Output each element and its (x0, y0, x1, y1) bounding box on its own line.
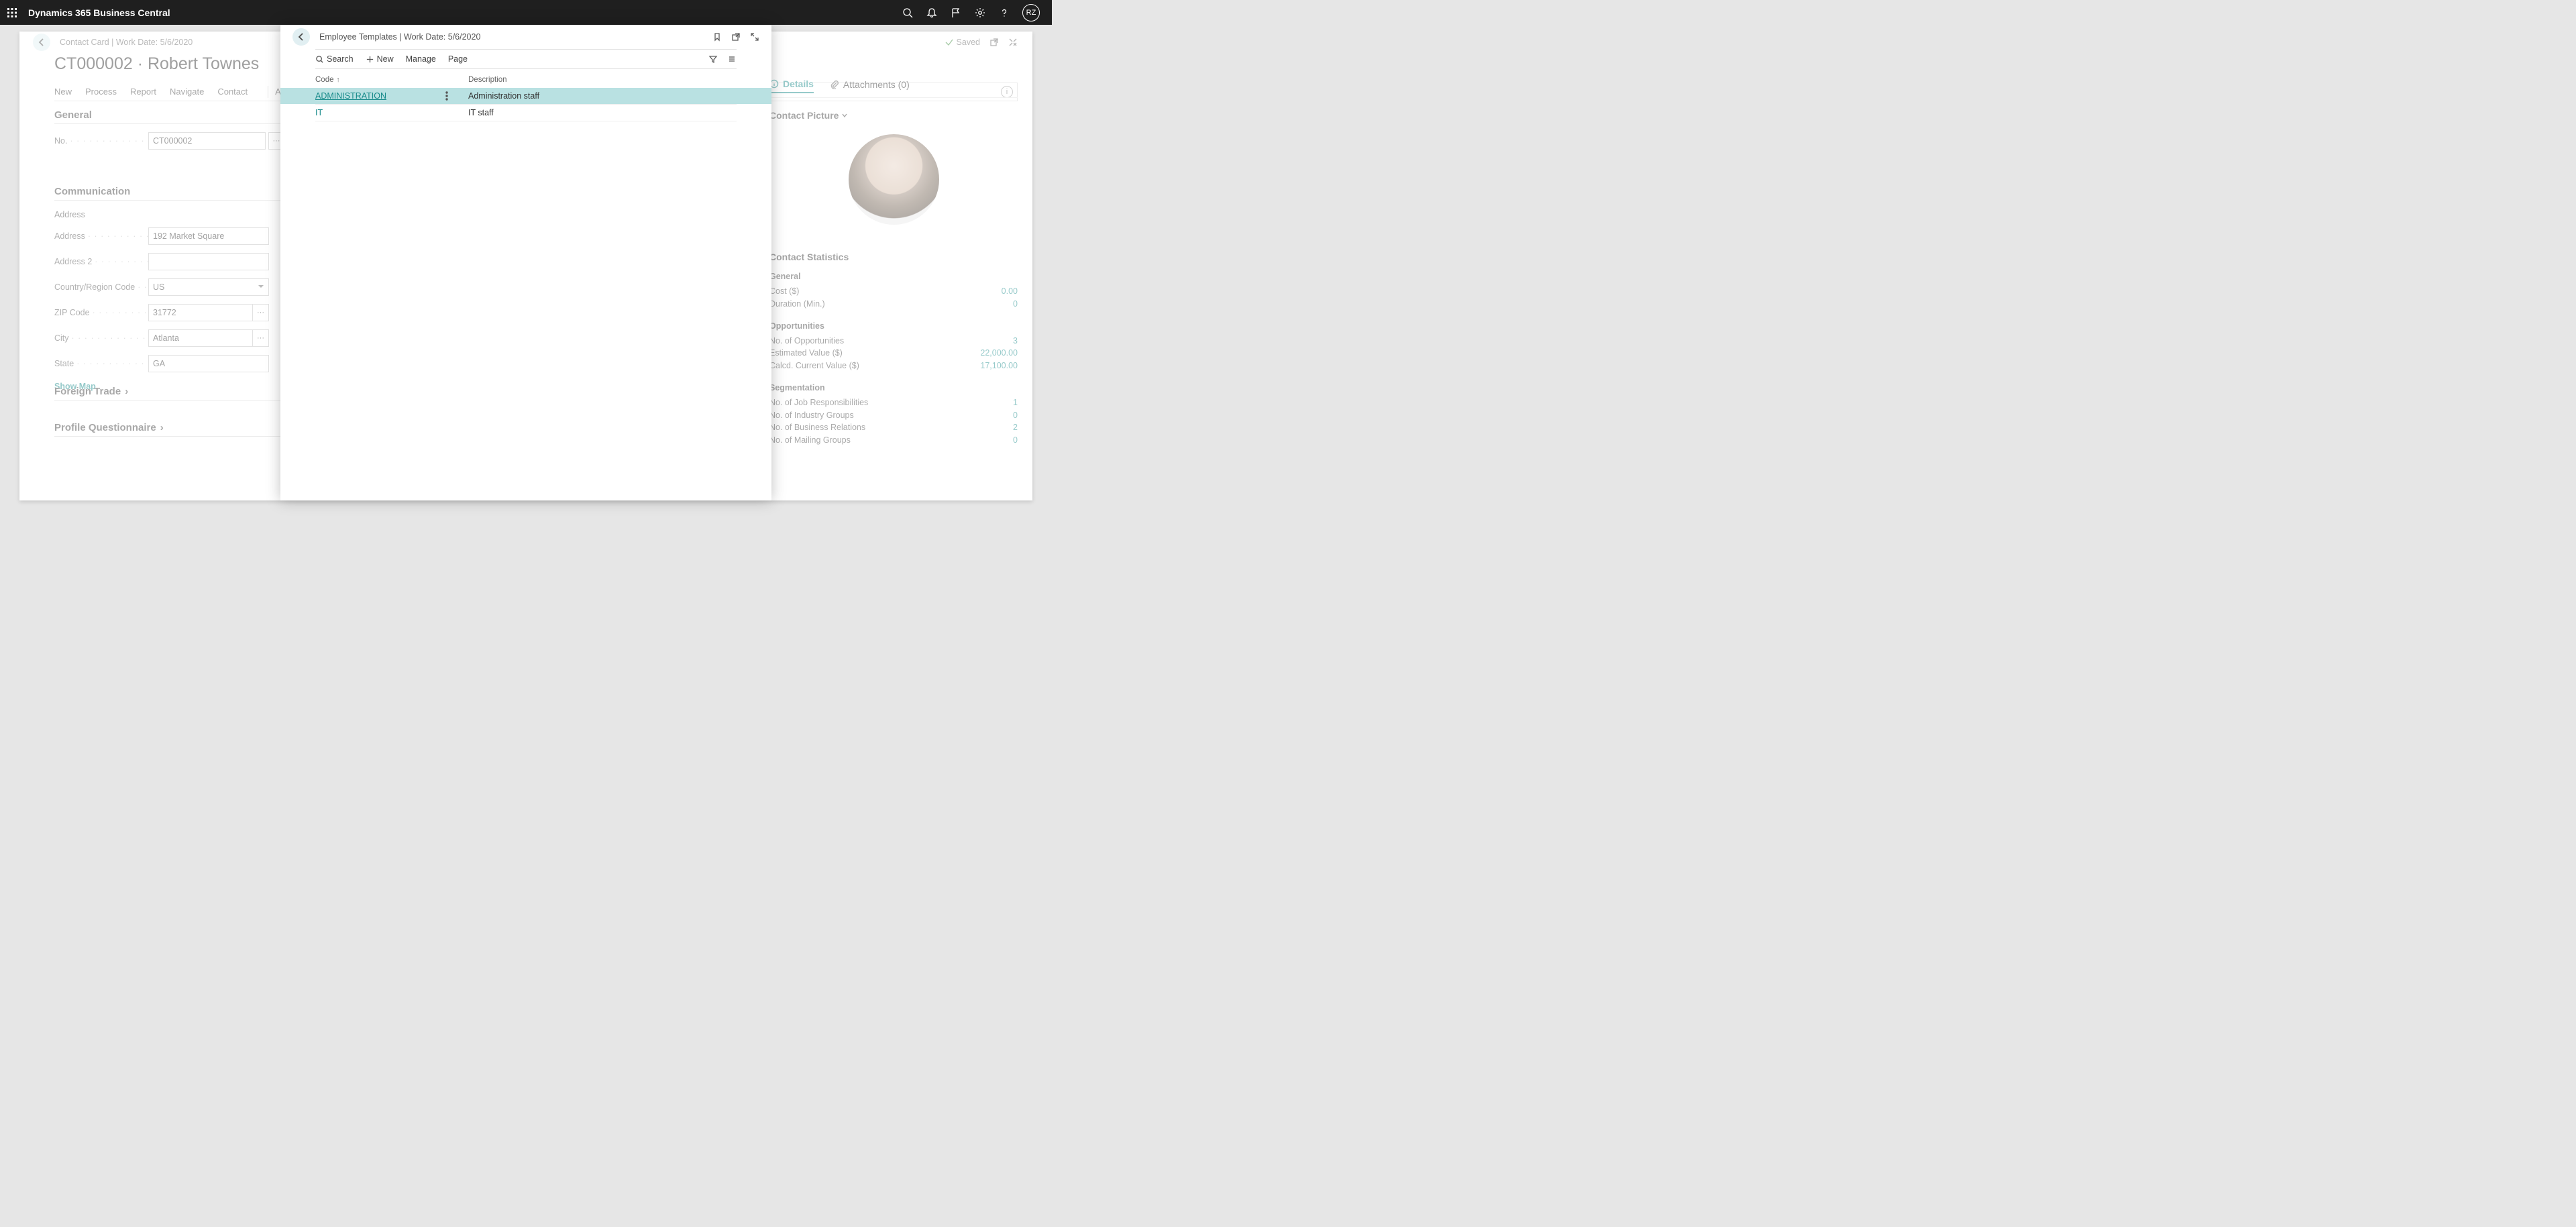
app-launcher-icon[interactable] (5, 6, 19, 19)
page-action[interactable]: Page (448, 54, 468, 64)
manage-action[interactable]: Manage (406, 54, 436, 64)
settings-icon[interactable] (974, 7, 986, 19)
city-input[interactable] (148, 329, 253, 347)
stat-value[interactable]: 17,100.00 (980, 360, 1018, 372)
help-icon[interactable] (998, 7, 1010, 19)
record-title: CT000002 · Robert Townes (54, 54, 259, 74)
attachments-tab[interactable]: Attachments (0) (830, 78, 910, 93)
stat-row: Cost ($)0.00 (769, 285, 1018, 298)
country-input[interactable] (148, 278, 269, 296)
no-input[interactable] (148, 132, 266, 150)
chevron-right-icon: › (125, 386, 128, 397)
modal-back-button[interactable] (292, 28, 310, 46)
section-general-title[interactable]: General (54, 109, 316, 124)
chevron-down-icon (841, 112, 848, 119)
breadcrumb: Contact Card | Work Date: 5/6/2020 (60, 38, 193, 47)
back-button[interactable] (33, 34, 50, 51)
tab-report[interactable]: Report (130, 87, 156, 97)
contact-photo (849, 134, 939, 225)
modal-breadcrumb: Employee Templates | Work Date: 5/6/2020 (319, 32, 480, 42)
code-link[interactable]: IT (315, 108, 323, 117)
stat-value[interactable]: 3 (1013, 335, 1018, 348)
tab-new[interactable]: New (54, 87, 72, 97)
address-header: Address (54, 210, 316, 219)
zip-lookup-button[interactable]: ··· (253, 304, 269, 321)
section-communication-title[interactable]: Communication (54, 186, 316, 201)
address2-input[interactable] (148, 253, 269, 270)
stat-value[interactable]: 1 (1013, 396, 1018, 409)
address-input[interactable] (148, 227, 269, 245)
stats-group-title: General (769, 272, 1018, 281)
popout-icon[interactable] (989, 38, 999, 47)
collapse-icon[interactable] (1008, 38, 1018, 47)
employee-templates-modal: Employee Templates | Work Date: 5/6/2020… (280, 25, 771, 500)
stats-group-title: Segmentation (769, 383, 1018, 392)
list-icon[interactable] (727, 54, 737, 64)
stat-value[interactable]: 0 (1013, 409, 1018, 422)
stat-value[interactable]: 0.00 (1002, 285, 1018, 298)
state-label: State (54, 359, 148, 368)
contact-statistics-title: Contact Statistics (769, 252, 1018, 262)
stat-row: No. of Job Responsibilities1 (769, 396, 1018, 409)
app-title: Dynamics 365 Business Central (28, 7, 170, 18)
no-label: No. (54, 136, 148, 146)
stats-group-title: Opportunities (769, 321, 1018, 331)
new-action[interactable]: New (366, 54, 394, 64)
expand-icon[interactable] (750, 32, 759, 42)
code-link[interactable]: ADMINISTRATION (315, 91, 386, 101)
zip-label: ZIP Code (54, 308, 148, 317)
bookmark-icon[interactable] (712, 32, 722, 42)
stat-row: Calcd. Current Value ($)17,100.00 (769, 360, 1018, 372)
notifications-icon[interactable] (926, 7, 938, 19)
factbox-pane: Details Attachments (0) Contact Picture … (769, 78, 1018, 494)
table-row[interactable]: ADMINISTRATIONAdministration staff (315, 88, 737, 105)
stat-row: No. of Opportunities3 (769, 335, 1018, 348)
stat-row: Duration (Min.)0 (769, 298, 1018, 311)
state-input[interactable] (148, 355, 269, 372)
section-profile-questionnaire[interactable]: Profile Questionnaire› (54, 422, 303, 437)
search-icon[interactable] (902, 7, 914, 19)
row-menu-icon[interactable] (445, 91, 456, 101)
address-label: Address (54, 231, 148, 241)
contact-picture-title[interactable]: Contact Picture (769, 110, 1018, 121)
tab-process[interactable]: Process (85, 87, 117, 97)
stat-row: No. of Business Relations2 (769, 421, 1018, 434)
stat-value[interactable]: 22,000.00 (980, 347, 1018, 360)
country-label: Country/Region Code (54, 282, 148, 292)
top-bar: Dynamics 365 Business Central RZ (0, 0, 1052, 25)
user-avatar[interactable]: RZ (1022, 4, 1040, 21)
column-code[interactable]: Code ↑ (315, 76, 468, 84)
stat-value[interactable]: 0 (1013, 434, 1018, 447)
column-description[interactable]: Description (468, 76, 737, 84)
city-label: City (54, 333, 148, 343)
filter-icon[interactable] (708, 54, 718, 64)
address2-label: Address 2 (54, 257, 148, 266)
table-row[interactable]: ITIT staff (315, 105, 737, 121)
tab-contact[interactable]: Contact (217, 87, 248, 97)
tab-navigate[interactable]: Navigate (170, 87, 204, 97)
popout-icon[interactable] (731, 32, 741, 42)
flag-icon[interactable] (950, 7, 962, 19)
stat-value[interactable]: 2 (1013, 421, 1018, 434)
details-tab[interactable]: Details (769, 78, 814, 93)
section-foreign-trade[interactable]: Foreign Trade› (54, 386, 303, 401)
zip-input[interactable] (148, 304, 253, 321)
stat-value[interactable]: 0 (1013, 298, 1018, 311)
sort-asc-icon: ↑ (337, 76, 340, 84)
saved-indicator: Saved (945, 38, 980, 47)
stat-row: Estimated Value ($)22,000.00 (769, 347, 1018, 360)
search-action[interactable]: Search (315, 54, 354, 64)
chevron-right-icon: › (160, 422, 164, 433)
stat-row: No. of Industry Groups0 (769, 409, 1018, 422)
stat-row: No. of Mailing Groups0 (769, 434, 1018, 447)
city-lookup-button[interactable]: ··· (253, 329, 269, 347)
